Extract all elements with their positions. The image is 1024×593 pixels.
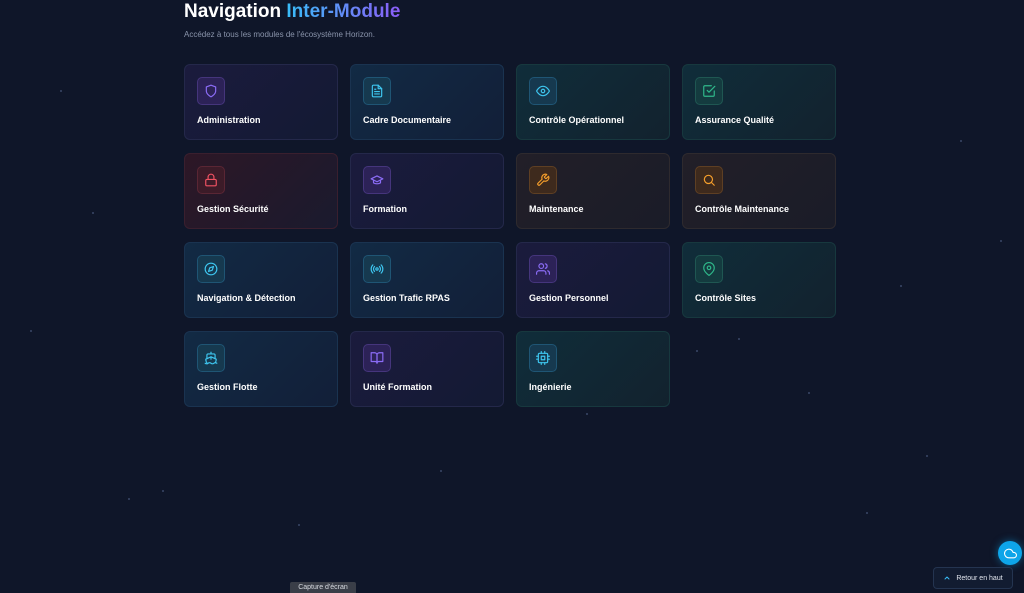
file-text-icon: [363, 77, 391, 105]
page-title-accent: Inter-Module: [286, 1, 401, 22]
module-label: Contrôle Opérationnel: [529, 115, 625, 125]
module-card-gestion-personnel[interactable]: Gestion Personnel: [516, 242, 670, 318]
radio-icon: [363, 255, 391, 283]
module-card-gestion-flotte[interactable]: Gestion Flotte: [184, 331, 338, 407]
module-card-gestion-trafic-rpas[interactable]: Gestion Trafic RPAS: [350, 242, 504, 318]
shield-icon: [197, 77, 225, 105]
module-card-gestion-securite[interactable]: Gestion Sécurité: [184, 153, 338, 229]
module-label: Unité Formation: [363, 382, 432, 392]
back-to-top-label: Retour en haut: [956, 574, 1003, 582]
cpu-icon: [529, 344, 557, 372]
page-header: Navigation Inter-Module Accédez à tous l…: [184, 0, 400, 39]
module-card-maintenance[interactable]: Maintenance: [516, 153, 670, 229]
module-card-assurance-qualite[interactable]: Assurance Qualité: [682, 64, 836, 140]
module-grid: Administration Cadre Documentaire Contrô…: [184, 64, 836, 407]
module-label: Gestion Trafic RPAS: [363, 293, 450, 303]
module-label: Assurance Qualité: [695, 115, 775, 125]
module-card-ingenierie[interactable]: Ingénierie: [516, 331, 670, 407]
module-card-cadre-documentaire[interactable]: Cadre Documentaire: [350, 64, 504, 140]
compass-icon: [197, 255, 225, 283]
book-open-icon: [363, 344, 391, 372]
module-label: Cadre Documentaire: [363, 115, 452, 125]
module-card-controle-operationnel[interactable]: Contrôle Opérationnel: [516, 64, 670, 140]
page-subtitle: Accédez à tous les modules de l'écosystè…: [184, 30, 375, 39]
cloud-button[interactable]: [998, 541, 1022, 565]
module-card-controle-maintenance[interactable]: Contrôle Maintenance: [682, 153, 836, 229]
module-label: Gestion Flotte: [197, 382, 258, 392]
cloud-icon: [1003, 548, 1017, 558]
search-icon: [695, 166, 723, 194]
module-label: Navigation & Détection: [197, 293, 296, 303]
eye-icon: [529, 77, 557, 105]
screenshot-capture-label: Capture d'écran: [290, 582, 356, 593]
module-card-navigation-detection[interactable]: Navigation & Détection: [184, 242, 338, 318]
module-card-formation[interactable]: Formation: [350, 153, 504, 229]
users-icon: [529, 255, 557, 283]
ship-icon: [197, 344, 225, 372]
module-label: Formation: [363, 204, 407, 214]
module-label: Contrôle Maintenance: [695, 204, 790, 214]
module-card-controle-sites[interactable]: Contrôle Sites: [682, 242, 836, 318]
module-card-administration[interactable]: Administration: [184, 64, 338, 140]
map-pin-icon: [695, 255, 723, 283]
back-to-top-button[interactable]: Retour en haut: [933, 567, 1013, 589]
graduation-cap-icon: [363, 166, 391, 194]
page-title-main: Navigation: [184, 1, 287, 22]
lock-icon: [197, 166, 225, 194]
wrench-icon: [529, 166, 557, 194]
module-card-unite-formation[interactable]: Unité Formation: [350, 331, 504, 407]
module-label: Contrôle Sites: [695, 293, 757, 303]
module-label: Administration: [197, 115, 261, 125]
module-label: Maintenance: [529, 204, 584, 214]
module-label: Gestion Sécurité: [197, 204, 269, 214]
page-title: Navigation Inter-Module: [184, 0, 400, 24]
module-label: Gestion Personnel: [529, 293, 609, 303]
check-square-icon: [695, 77, 723, 105]
module-label: Ingénierie: [529, 382, 572, 392]
chevron-up-icon: [944, 576, 950, 580]
